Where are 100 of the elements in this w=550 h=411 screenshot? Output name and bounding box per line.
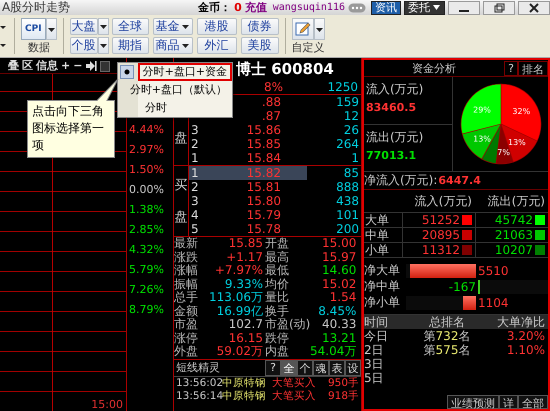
recharge-link[interactable]: 充值 <box>244 0 267 15</box>
tab[interactable]: 全部 <box>518 395 548 409</box>
minimize-button[interactable] <box>448 0 480 14</box>
slice-label: 32% <box>512 107 530 116</box>
tab[interactable]: 魂 <box>313 360 329 376</box>
tab[interactable]: 业绩预测 <box>447 395 499 409</box>
chart-tool[interactable]: 区 <box>22 58 33 73</box>
level-number: 5 <box>190 222 200 236</box>
stat-label: 最低 <box>265 264 290 278</box>
chart-tool[interactable]: − <box>73 59 82 72</box>
dropdown-button[interactable] <box>98 18 109 35</box>
market-button[interactable]: 大盘 <box>70 18 98 35</box>
stat-value: 9.33% <box>224 278 264 291</box>
row-label: 中单 <box>364 227 402 242</box>
close-button[interactable] <box>518 0 550 14</box>
tab[interactable]: 详 <box>499 395 518 409</box>
stat-value: 15.00 <box>321 237 358 250</box>
stat-label: 市盈 <box>174 318 199 332</box>
dropdown-button[interactable] <box>314 18 325 40</box>
cpi-button[interactable]: CPI <box>21 18 46 40</box>
axis-label: 4.44% <box>128 122 165 138</box>
stat-label: 量比 <box>265 291 290 304</box>
stat-label: 外盘 <box>174 345 199 358</box>
tab[interactable]: 全 <box>281 360 297 376</box>
volume: 918手 <box>328 390 360 402</box>
menu-item[interactable]: 分时 <box>140 99 172 117</box>
title-button[interactable]: 资讯 <box>371 0 401 14</box>
chart-tool[interactable]: 叠 <box>8 58 19 73</box>
price: 15.84 <box>246 151 281 165</box>
net-row-label: 净中单 <box>364 278 401 295</box>
stat-value: 14.60 <box>321 264 358 278</box>
market-button[interactable]: 港股 <box>196 18 237 35</box>
market-button[interactable]: 债券 <box>240 18 279 35</box>
slice-label: 29% <box>472 105 490 114</box>
rank-suffix: 名 <box>458 343 470 357</box>
more-icon[interactable] <box>348 2 366 12</box>
pencil-icon <box>294 21 311 37</box>
level-number: 3 <box>190 123 200 137</box>
market-button[interactable]: 商品 <box>152 37 193 54</box>
axis-label: 8.79% <box>128 302 165 318</box>
dropdown-button[interactable]: 委托 <box>404 0 445 14</box>
market-button[interactable]: 基金 <box>152 18 193 35</box>
event: 大笔买入 <box>272 390 317 402</box>
dropdown-button[interactable] <box>98 37 109 54</box>
rank-prefix: 第 <box>424 329 436 343</box>
flow-value: 10207 <box>494 242 533 258</box>
column-header: 流出(万元) <box>486 193 546 210</box>
market-button[interactable]: 个股 <box>70 37 98 54</box>
volume: 1 <box>350 151 359 165</box>
market-button[interactable]: 全球 <box>112 18 149 35</box>
selected-row[interactable]: 1 15.82 85 <box>189 166 361 180</box>
dropdown-button[interactable] <box>46 18 57 40</box>
market-button[interactable]: 期指 <box>112 37 149 54</box>
volume: 85 <box>342 166 359 180</box>
ratio-volume: 1250 <box>327 80 358 94</box>
rank-button[interactable]: 排名 <box>518 60 548 76</box>
time: 13:56:14 <box>176 390 222 402</box>
tab[interactable]: 设 <box>345 360 361 376</box>
stat-value: 102.7 <box>228 318 264 332</box>
menu-item[interactable]: 分时+盘口（默认） <box>124 81 232 99</box>
price: .88 <box>260 95 281 109</box>
volume: 159 <box>335 95 359 109</box>
caret-icon <box>180 23 190 30</box>
flow-value: 11312 <box>422 242 460 258</box>
stat-label: 内盘 <box>265 345 290 358</box>
price: 15.85 <box>246 137 281 151</box>
stat-label: 均价 <box>265 278 290 291</box>
stat-value: 8.45% <box>317 304 358 318</box>
outflow-label: 流出(万元) <box>366 128 424 146</box>
tab[interactable]: 个 <box>297 360 313 376</box>
restore-button[interactable] <box>483 0 515 14</box>
chart-tool[interactable]: 信息 <box>36 58 58 73</box>
volume: 950手 <box>328 376 360 390</box>
market-button[interactable]: 外汇 <box>196 37 237 54</box>
stat-label: 涨停 <box>174 332 199 345</box>
market-button[interactable]: 美股 <box>240 37 279 54</box>
stat-label: 最新 <box>174 237 199 250</box>
slice-label: 7% <box>496 148 510 157</box>
stat-label: 振幅 <box>174 278 199 290</box>
volume: 101 <box>335 208 359 222</box>
stat-label: 换手 <box>265 304 290 318</box>
chart-tool[interactable]: + <box>61 59 70 72</box>
volume: 888 <box>335 180 359 194</box>
rank-number: 575 <box>436 343 458 357</box>
dropdown-toggle-icon[interactable] <box>100 60 110 72</box>
username: wangsuqin116 <box>272 2 345 13</box>
edit-button[interactable] <box>292 18 314 40</box>
jump-end-icon[interactable] <box>85 60 98 72</box>
column-header: 流入(万元) <box>414 193 473 210</box>
help-button[interactable]: ? <box>504 60 518 76</box>
column-header: 大单净比 <box>484 315 548 329</box>
slice-label: 13% <box>508 138 526 147</box>
level-number: 1 <box>190 166 200 180</box>
callout-tooltip: 点击向下三角图标选择第一项 <box>27 78 119 158</box>
tab[interactable]: ? <box>265 360 281 376</box>
net-row-value: -167 <box>448 280 476 294</box>
tab[interactable]: 表 <box>329 360 345 376</box>
coins-label: 金币： <box>198 0 232 15</box>
menu-item[interactable]: 分时+盘口+资金 <box>138 63 232 81</box>
level-number: 2 <box>190 180 200 194</box>
